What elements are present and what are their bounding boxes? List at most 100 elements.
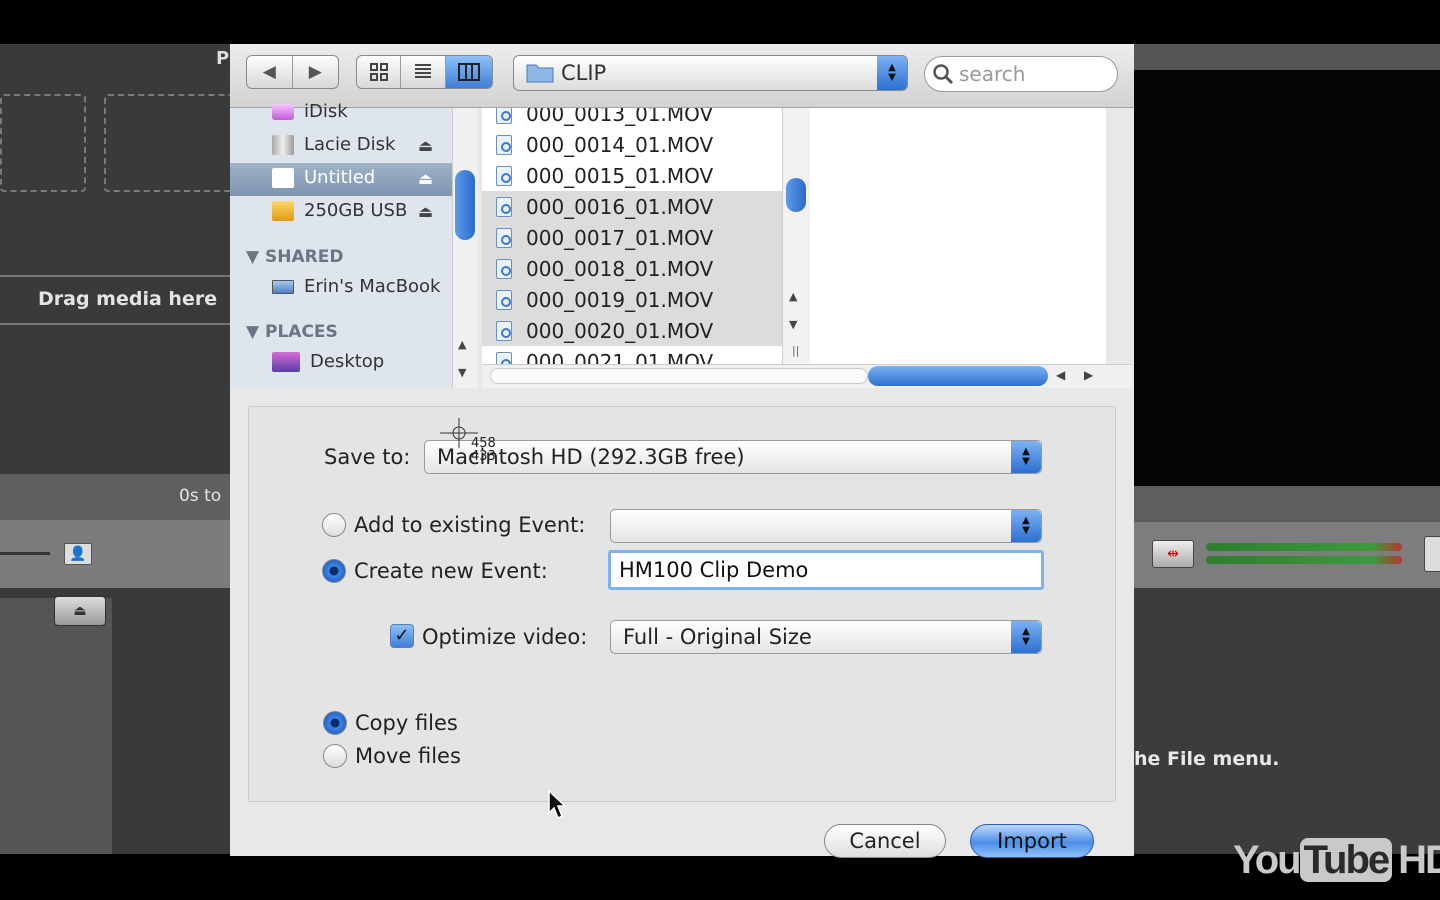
new-event-field[interactable] xyxy=(608,550,1044,590)
crosshair-y: 433 xyxy=(471,449,496,464)
column-view-icon[interactable] xyxy=(445,56,492,88)
sidebar-header-places[interactable]: ▼ PLACES xyxy=(246,322,338,342)
mouse-pointer-icon xyxy=(548,789,568,827)
move-files-radio[interactable] xyxy=(323,744,347,768)
move-files-label: Move files xyxy=(355,744,461,768)
new-event-input[interactable] xyxy=(611,553,1041,587)
sidebar-item-label: Untitled xyxy=(304,167,376,188)
file-column: 000_0013_01.MOV 000_0014_01.MOV 000_0015_0… xyxy=(482,108,782,364)
file-row[interactable]: 000_0018_01.MOV xyxy=(482,253,782,284)
audio-meter-right xyxy=(1206,556,1402,564)
cancel-button[interactable]: Cancel xyxy=(824,824,946,858)
scroll-down-icon[interactable]: ▼ xyxy=(458,366,466,379)
fullscreen-button[interactable] xyxy=(1424,536,1440,572)
movie-file-icon xyxy=(496,320,512,341)
sidebar-item-250gb-usb[interactable]: 250GB USB xyxy=(272,200,407,221)
back-button[interactable]: ◀ xyxy=(247,56,293,88)
eject-icon[interactable]: ⏏ xyxy=(54,596,106,626)
eject-untitled-icon[interactable]: ⏏ xyxy=(418,169,433,188)
path-label: CLIP xyxy=(561,61,607,85)
list-view-icon[interactable] xyxy=(401,56,446,88)
movie-file-icon xyxy=(496,351,512,364)
copy-files-label: Copy files xyxy=(355,711,458,735)
audio-skimming-icon[interactable]: ⇹ xyxy=(1152,540,1194,568)
scroll-right-icon[interactable]: ▶ xyxy=(1084,368,1093,382)
movie-file-icon xyxy=(496,196,512,217)
file-name: 000_0014_01.MOV xyxy=(526,132,714,157)
create-new-radio[interactable] xyxy=(322,559,346,583)
usb-drive-icon xyxy=(272,200,294,221)
import-button[interactable]: Import xyxy=(970,824,1094,858)
movie-file-icon xyxy=(496,289,512,310)
background-right-lower xyxy=(1132,588,1440,854)
file-row[interactable]: 000_0021_01.MOV xyxy=(482,346,782,364)
file-name: 000_0019_01.MOV xyxy=(526,287,714,312)
scroll-down-icon[interactable]: ▼ xyxy=(789,318,797,331)
sidebar-item-idisk[interactable]: iDisk xyxy=(272,101,348,122)
drop-zone-2 xyxy=(104,94,244,192)
disclosure-triangle-icon: ▼ xyxy=(246,247,260,267)
sidebar-item-desktop[interactable]: Desktop xyxy=(272,351,384,372)
sidebar-item-untitled[interactable]: Untitled xyxy=(272,167,375,188)
optimize-popup[interactable]: Full - Original Size ▲ ▼ xyxy=(610,620,1042,654)
desktop-icon xyxy=(272,351,300,372)
crosshair-readout: 458 433 xyxy=(471,437,496,463)
file-name: 000_0017_01.MOV xyxy=(526,225,714,250)
add-existing-radio[interactable] xyxy=(322,513,346,537)
background-right-header xyxy=(1132,44,1440,70)
disk-icon xyxy=(272,134,294,155)
copy-files-radio[interactable] xyxy=(323,711,347,735)
zoom-slider[interactable] xyxy=(0,552,50,555)
search-icon xyxy=(932,63,954,89)
file-row[interactable]: 000_0014_01.MOV xyxy=(482,129,782,160)
sidebar-scroll-thumb[interactable] xyxy=(455,170,475,240)
add-existing-label: Add to existing Event: xyxy=(354,513,586,537)
horizontal-scroll-thumb[interactable] xyxy=(868,366,1048,386)
forward-button[interactable]: ▶ xyxy=(293,56,339,88)
eject-usb-icon[interactable]: ⏏ xyxy=(418,202,433,221)
file-menu-hint: he File menu. xyxy=(1134,748,1280,770)
disk-icon xyxy=(272,167,294,188)
create-new-label: Create new Event: xyxy=(354,559,548,583)
optimize-label: Optimize video: xyxy=(422,625,588,649)
scroll-up-icon[interactable]: ▲ xyxy=(458,338,466,351)
background-lower-inner xyxy=(0,598,112,854)
existing-event-popup[interactable]: ▲ ▼ xyxy=(610,509,1042,543)
view-buttons xyxy=(356,55,493,89)
sidebar-item-macbook[interactable]: Erin's MacBook xyxy=(272,276,441,297)
drop-zone-1 xyxy=(0,94,86,192)
sidebar-header-shared[interactable]: ▼ SHARED xyxy=(246,247,343,267)
background-letter: P xyxy=(216,48,230,69)
file-name: 000_0015_01.MOV xyxy=(526,163,714,188)
sidebar-item-lacie-disk[interactable]: Lacie Disk xyxy=(272,134,395,155)
disclosure-triangle-icon: ▼ xyxy=(246,322,260,342)
file-row[interactable]: 000_0016_01.MOV xyxy=(482,191,782,222)
file-row[interactable]: 000_0019_01.MOV xyxy=(482,284,782,315)
sidebar-item-label: Lacie Disk xyxy=(304,134,396,155)
file-row[interactable]: 000_0017_01.MOV xyxy=(482,222,782,253)
eject-lacie-icon[interactable]: ⏏ xyxy=(418,136,433,155)
sidebar-item-label: iDisk xyxy=(304,101,348,122)
scroll-left-icon[interactable]: ◀ xyxy=(1056,368,1065,382)
file-scroll-thumb[interactable] xyxy=(786,178,806,212)
sidebar-item-label: Erin's MacBook xyxy=(304,276,441,297)
person-icon[interactable]: 👤 xyxy=(64,543,92,565)
file-name: 000_0021_01.MOV xyxy=(526,349,714,365)
timecode-text: 0s to xyxy=(179,486,222,506)
horizontal-scroll-track xyxy=(490,368,868,384)
column-resize-icon[interactable]: || xyxy=(792,344,799,357)
optimize-checkbox[interactable]: ✓ xyxy=(390,624,414,648)
file-row[interactable]: 000_0015_01.MOV xyxy=(482,160,782,191)
list-icon xyxy=(415,64,432,78)
save-to-label: Save to: xyxy=(324,445,411,469)
movie-file-icon xyxy=(496,108,512,124)
folder-icon xyxy=(526,61,554,83)
preview-column xyxy=(810,108,1106,364)
icon-view-icon[interactable] xyxy=(357,56,402,88)
audio-meter-left xyxy=(1206,543,1402,551)
nav-buttons: ◀ ▶ xyxy=(246,55,339,89)
save-to-popup[interactable]: Macintosh HD (292.3GB free) ▲ ▼ xyxy=(424,440,1042,474)
file-row[interactable]: 000_0020_01.MOV xyxy=(482,315,782,346)
scroll-up-icon[interactable]: ▲ xyxy=(789,290,797,303)
file-row[interactable]: 000_0013_01.MOV xyxy=(482,108,782,129)
